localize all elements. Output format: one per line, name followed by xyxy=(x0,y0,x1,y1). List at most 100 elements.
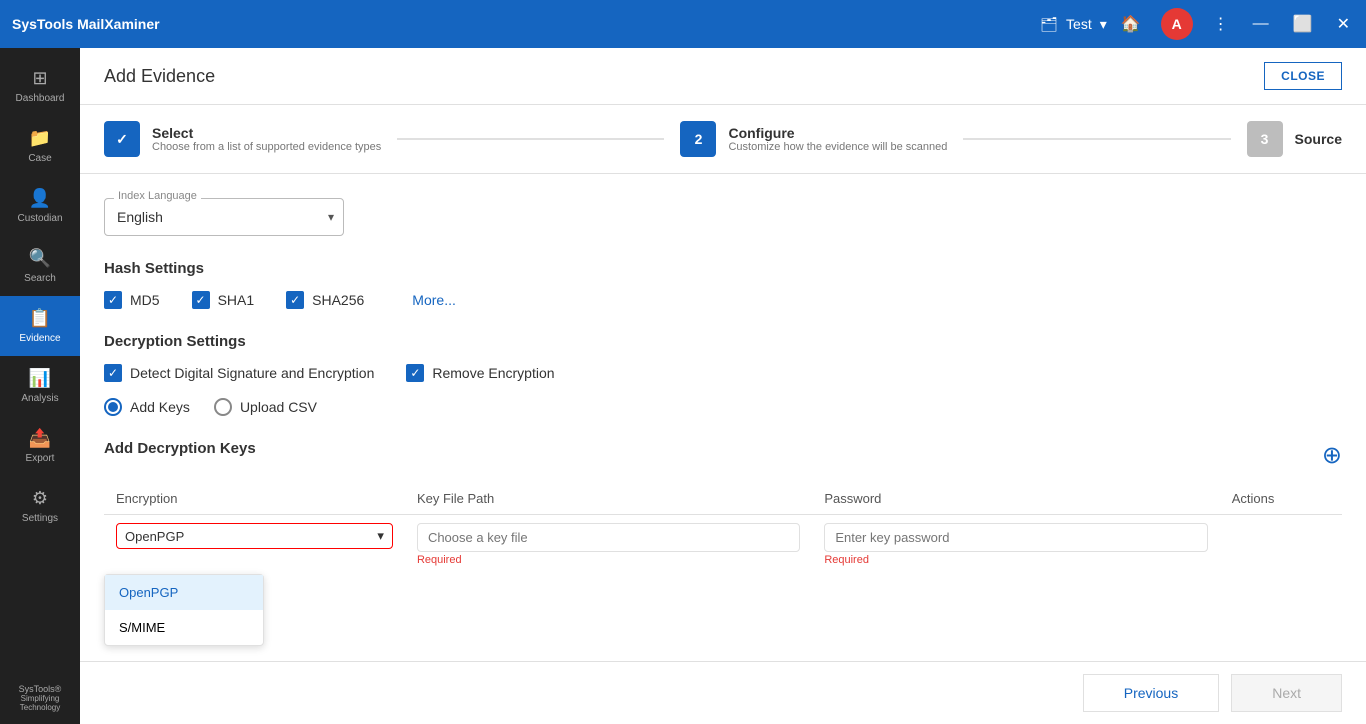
step-line-1 xyxy=(397,138,664,140)
radio-add-keys[interactable]: Add Keys xyxy=(104,398,190,416)
step-circle-configure: 2 xyxy=(680,121,716,157)
sidebar-label-export: Export xyxy=(26,453,55,464)
minimize-button[interactable]: — xyxy=(1249,11,1273,37)
hash-checkbox-row: ✓ MD5 ✓ SHA1 ✓ SHA256 xyxy=(104,291,1342,309)
step-desc-select: Choose from a list of supported evidence… xyxy=(152,141,381,153)
more-hash-link[interactable]: More... xyxy=(412,292,456,308)
search-icon: 🔍 xyxy=(29,248,51,269)
sidebar-label-case: Case xyxy=(28,153,51,164)
hash-md5-checkbox[interactable]: ✓ xyxy=(104,291,122,309)
radio-row: Add Keys Upload CSV xyxy=(104,398,1342,416)
bottom-nav: Previous Next xyxy=(80,661,1366,724)
sidebar-label-analysis: Analysis xyxy=(21,393,58,404)
sidebar-label-custodian: Custodian xyxy=(17,213,62,224)
sidebar-item-export[interactable]: 📤 Export xyxy=(0,416,80,476)
add-decryption-keys-group: Add Decryption Keys ⊕ Encryption Key Fil… xyxy=(104,440,1342,574)
sidebar-item-case[interactable]: 📁 Case xyxy=(0,116,80,176)
decryption-settings-title: Decryption Settings xyxy=(104,333,1342,350)
decryption-settings-group: Decryption Settings ✓ Detect Digital Sig… xyxy=(104,333,1342,416)
radio-upload-csv[interactable]: Upload CSV xyxy=(214,398,317,416)
encryption-dropdown-trigger[interactable]: OpenPGP ▾ xyxy=(116,523,393,549)
hash-sha1-item: ✓ SHA1 xyxy=(192,291,255,309)
index-language-label: Index Language xyxy=(114,190,201,202)
sidebar-label-evidence: Evidence xyxy=(19,333,60,344)
sidebar-item-analysis[interactable]: 📊 Analysis xyxy=(0,356,80,416)
key-file-required: Required xyxy=(417,554,800,566)
remove-enc-label: Remove Encryption xyxy=(432,365,554,381)
index-language-select[interactable]: English French German Spanish xyxy=(104,198,344,236)
settings-icon: ⚙ xyxy=(32,488,48,509)
keys-table: Encryption Key File Path Password Action… xyxy=(104,483,1342,574)
encryption-dropdown-menu: OpenPGP S/MIME xyxy=(104,574,264,646)
sidebar-item-search[interactable]: 🔍 Search xyxy=(0,236,80,296)
hash-sha256-checkbox[interactable]: ✓ xyxy=(286,291,304,309)
avatar[interactable]: A xyxy=(1161,8,1193,40)
hash-md5-item: ✓ MD5 xyxy=(104,291,160,309)
add-key-button[interactable]: ⊕ xyxy=(1322,441,1342,470)
step-name-configure: Configure xyxy=(728,125,947,141)
encryption-cell: OpenPGP ▾ OpenPGP S/MIME xyxy=(104,515,405,575)
project-name: Test xyxy=(1066,16,1092,32)
step-source: 3 Source xyxy=(1247,121,1342,157)
main-layout: ⊞ Dashboard 📁 Case 👤 Custodian 🔍 Search … xyxy=(0,48,1366,724)
step-circle-source: 3 xyxy=(1247,121,1283,157)
dropdown-caret-icon: ▾ xyxy=(377,528,384,544)
window-close-button[interactable]: ✕ xyxy=(1333,10,1354,38)
title-bar: SysTools MailXaminer 🗂 Test ▾ 🏠 A ⋮ — ⬜ … xyxy=(0,0,1366,48)
radio-upload-csv-circle xyxy=(214,398,232,416)
title-bar-center: 🗂 Test ▾ xyxy=(1040,16,1107,33)
project-icon: 🗂 xyxy=(1040,16,1058,33)
hash-settings-title: Hash Settings xyxy=(104,260,1342,277)
step-info-source: Source xyxy=(1295,131,1342,147)
systools-logo: SysTools® Simplifying Technology xyxy=(4,684,76,712)
radio-add-keys-circle xyxy=(104,398,122,416)
detect-sig-checkbox[interactable]: ✓ xyxy=(104,364,122,382)
page-title: Add Evidence xyxy=(104,66,215,87)
key-file-path-input[interactable] xyxy=(417,523,800,552)
radio-upload-csv-label: Upload CSV xyxy=(240,399,317,415)
custodian-icon: 👤 xyxy=(29,188,51,209)
dropdown-arrow-icon[interactable]: ▾ xyxy=(1100,16,1107,33)
encryption-selected: OpenPGP xyxy=(125,529,184,544)
decryption-checkbox-row: ✓ Detect Digital Signature and Encryptio… xyxy=(104,364,1342,382)
sidebar-bottom: SysTools® Simplifying Technology xyxy=(0,672,80,724)
detect-sig-label: Detect Digital Signature and Encryption xyxy=(130,365,374,381)
step-desc-configure: Customize how the evidence will be scann… xyxy=(728,141,947,153)
sidebar-item-evidence[interactable]: 📋 Evidence xyxy=(0,296,80,356)
step-info-configure: Configure Customize how the evidence wil… xyxy=(728,125,947,153)
close-button[interactable]: CLOSE xyxy=(1264,62,1342,90)
sidebar-item-custodian[interactable]: 👤 Custodian xyxy=(0,176,80,236)
radio-add-keys-label: Add Keys xyxy=(130,399,190,415)
index-language-group: Index Language English French German Spa… xyxy=(104,198,1342,236)
sidebar-label-settings: Settings xyxy=(22,513,58,524)
sidebar-item-dashboard[interactable]: ⊞ Dashboard xyxy=(0,56,80,116)
hash-sha1-label: SHA1 xyxy=(218,292,255,308)
col-actions: Actions xyxy=(1220,483,1342,515)
home-button[interactable]: 🏠 xyxy=(1117,10,1145,38)
key-file-path-cell: Required xyxy=(405,515,812,575)
password-required: Required xyxy=(824,554,1207,566)
sidebar-item-settings[interactable]: ⚙ Settings xyxy=(0,476,80,536)
hash-sha1-checkbox[interactable]: ✓ xyxy=(192,291,210,309)
sidebar-label-search: Search xyxy=(24,273,56,284)
evidence-icon: 📋 xyxy=(29,308,51,329)
next-button[interactable]: Next xyxy=(1231,674,1342,712)
step-name-source: Source xyxy=(1295,131,1342,147)
detect-sig-item: ✓ Detect Digital Signature and Encryptio… xyxy=(104,364,374,382)
dropdown-item-smime[interactable]: S/MIME xyxy=(105,610,263,645)
hash-sha256-item: ✓ SHA256 xyxy=(286,291,364,309)
maximize-button[interactable]: ⬜ xyxy=(1289,10,1317,38)
menu-button[interactable]: ⋮ xyxy=(1209,10,1233,38)
hash-md5-label: MD5 xyxy=(130,292,160,308)
analysis-icon: 📊 xyxy=(29,368,51,389)
key-password-input[interactable] xyxy=(824,523,1207,552)
previous-button[interactable]: Previous xyxy=(1083,674,1219,712)
app-title: SysTools MailXaminer xyxy=(12,16,1030,32)
dropdown-item-openpgp[interactable]: OpenPGP xyxy=(105,575,263,610)
password-cell: Required xyxy=(812,515,1219,575)
step-info-select: Select Choose from a list of supported e… xyxy=(152,125,381,153)
remove-enc-checkbox[interactable]: ✓ xyxy=(406,364,424,382)
hash-sha256-label: SHA256 xyxy=(312,292,364,308)
step-select: ✓ Select Choose from a list of supported… xyxy=(104,121,381,157)
step-circle-select: ✓ xyxy=(104,121,140,157)
